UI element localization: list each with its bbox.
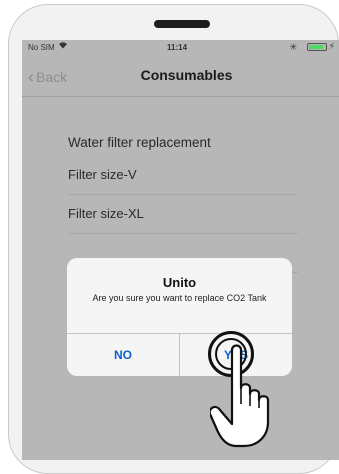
section-header: Water filter replacement [68,135,211,150]
status-time: 11:14 [167,43,188,52]
no-button[interactable]: NO [67,334,179,376]
bluetooth-icon: ✳ [289,42,297,52]
app-screen: No SIM 11:14 ✳ ⚡ ‹ Back Consumables Water… [22,40,339,460]
page-title: Consumables [140,67,233,83]
consumables-list: Water filter replacement Filter size-V F… [68,130,298,273]
alert-message: Are you sure you want to replace CO2 Tan… [92,293,267,303]
pointing-hand-icon [210,344,270,448]
list-item[interactable]: Filter size-XL [68,195,298,234]
battery-icon [307,43,327,51]
carrier-label: No SIM [28,43,55,52]
bolt-icon: ⚡ [328,41,335,51]
wifi-icon [58,41,68,51]
status-bar: No SIM 11:14 ✳ ⚡ [22,40,339,54]
phone-speaker [154,20,210,28]
list-item[interactable]: Filter size-V [68,156,298,195]
alert-title: Unito [162,275,197,290]
nav-bar: ‹ Back Consumables [22,54,339,97]
